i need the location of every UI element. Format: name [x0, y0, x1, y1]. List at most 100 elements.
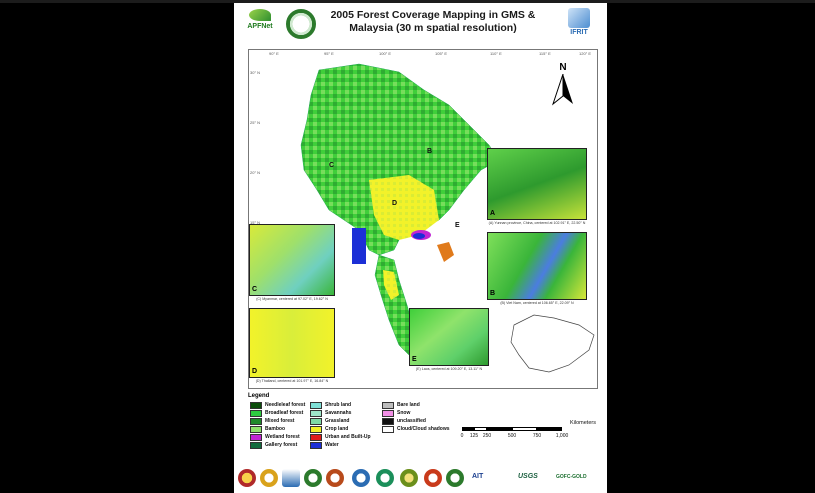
legend-swatch: [250, 418, 262, 425]
inset-e-laos: E: [409, 308, 489, 366]
partner-seal-icon: [304, 469, 322, 487]
map-frame: 90° E 95° E 100° E 105° E 110° E 115° E …: [248, 49, 598, 389]
map-legend: Legend Needleleaf forest Broadleaf fores…: [248, 393, 598, 465]
poster-title-line2: Malaysia (30 m spatial resolution): [349, 22, 517, 34]
legend-swatch: [310, 442, 322, 449]
legend-item-savannahs: Savannahs: [310, 410, 351, 417]
partner-seal-icon: [376, 469, 394, 487]
partner-seal-icon: [424, 469, 442, 487]
legend-swatch: [310, 410, 322, 417]
apfnet-logo-text: APFNet: [247, 23, 273, 30]
partner-logos-footer: AIT USGS GOFC-GOLD: [234, 465, 607, 493]
scale-bar-segments: [462, 427, 562, 431]
region-letter-b: B: [427, 148, 433, 155]
partner-seal-icon: [352, 469, 370, 487]
inset-b-letter: B: [490, 290, 496, 297]
apfnet-leaf-icon: [249, 9, 271, 21]
partner-seal-icon: [260, 469, 278, 487]
inset-b-caption: (B) Viet Nam, centered at 106.65° E, 22.…: [500, 301, 574, 305]
legend-label: Bamboo: [265, 426, 285, 432]
legend-swatch: [250, 402, 262, 409]
legend-title: Legend: [248, 393, 270, 399]
scale-bar: Kilometers 0 125 250 500 750 1,000: [460, 420, 602, 445]
ifrit-mark-icon: [568, 8, 590, 28]
legend-swatch: [250, 426, 262, 433]
legend-item-crop-land: Crop land: [310, 426, 348, 433]
legend-swatch: [382, 418, 394, 425]
legend-label: Gallery forest: [265, 442, 298, 448]
region-letter-e: E: [455, 222, 460, 229]
legend-item-snow: Snow: [382, 410, 410, 417]
legend-item-mixed-forest: Mixed forest: [250, 418, 294, 425]
legend-label: unclassified: [397, 418, 426, 424]
inset-d-thailand: D: [249, 308, 335, 378]
region-letter-d: D: [392, 200, 398, 207]
legend-label: Crop land: [325, 426, 349, 432]
legend-item-wetland-forest: Wetland forest: [250, 434, 300, 441]
legend-item-gallery-forest: Gallery forest: [250, 442, 297, 449]
inset-a-yunnan: A: [487, 148, 587, 220]
mekong-delta-urban: [437, 242, 454, 262]
north-arrow: N: [551, 62, 575, 106]
legend-label: Mixed forest: [265, 418, 295, 424]
inset-e-caption: (E) Laos, centered at 109.20° E, 13.11° …: [415, 367, 483, 371]
scale-segment: [512, 427, 537, 431]
scale-segment: [462, 427, 474, 431]
scale-tick: 250: [482, 433, 492, 439]
legend-label: Needleleaf forest: [265, 402, 306, 408]
legend-label: Water: [325, 442, 339, 448]
legend-item-broadleaf-forest: Broadleaf forest: [250, 410, 303, 417]
tonle-sap-water: [413, 233, 425, 239]
legend-swatch: [310, 434, 322, 441]
legend-item-shrub-land: Shrub land: [310, 402, 351, 409]
legend-item-water: Water: [310, 442, 339, 449]
forestry-seal-logo: [286, 9, 316, 39]
legend-label: Bare land: [397, 402, 420, 408]
inset-a-letter: A: [490, 210, 496, 217]
legend-swatch: [382, 402, 394, 409]
partner-seal-icon: [282, 469, 300, 487]
ait-logo: AIT: [472, 473, 484, 480]
legend-label: Savannahs: [325, 410, 352, 416]
scale-unit-label: Kilometers: [570, 420, 596, 426]
poster-title-line1: 2005 Forest Coverage Mapping in GMS &: [330, 9, 536, 21]
inset-c-letter: C: [252, 286, 258, 293]
legend-swatch: [382, 410, 394, 417]
scale-segment: [537, 427, 562, 431]
legend-item-unclassified: unclassified: [382, 418, 426, 425]
scale-tick: 0: [460, 433, 464, 439]
legend-item-cloud-shadows: Cloud/Cloud shadows: [382, 426, 450, 433]
ifrit-logo: IFRIT: [562, 8, 596, 40]
andaman-water: [352, 228, 366, 264]
region-letter-c: C: [329, 162, 335, 169]
legend-label: Shrub land: [325, 402, 352, 408]
forest-map-poster: APFNet 2005 Forest Coverage Mapping in G…: [234, 3, 607, 493]
legend-label: Broadleaf forest: [265, 410, 304, 416]
inset-e-letter: E: [412, 356, 417, 363]
ifrit-logo-text: IFRIT: [570, 29, 588, 36]
inset-b-vietnam: B: [487, 232, 587, 300]
legend-label: Urban and Built-Up: [325, 434, 371, 440]
scale-tick: 500: [507, 433, 517, 439]
borneo-outline: [510, 314, 595, 373]
legend-item-bamboo: Bamboo: [250, 426, 285, 433]
north-arrow-icon: [551, 74, 573, 106]
legend-swatch: [310, 418, 322, 425]
scale-tick: 125: [469, 433, 479, 439]
legend-label: Cloud/Cloud shadows: [397, 426, 450, 432]
partner-seal-icon: [446, 469, 464, 487]
inset-c-caption: (C) Myanmar, centered at 97.02° E, 19.62…: [256, 297, 328, 301]
legend-swatch: [250, 442, 262, 449]
legend-label: Wetland forest: [265, 434, 300, 440]
legend-item-needleleaf-forest: Needleleaf forest: [250, 402, 305, 409]
scale-tick: 750: [532, 433, 542, 439]
legend-label: Grassland: [325, 418, 350, 424]
gofc-gold-logo: GOFC-GOLD: [556, 474, 587, 480]
legend-swatch: [250, 434, 262, 441]
inset-d-caption: (D) Thailand, centered at 101.97° E, 16.…: [255, 379, 329, 383]
scale-tick: 1,000: [555, 433, 569, 439]
poster-title: 2005 Forest Coverage Mapping in GMS & Ma…: [326, 9, 540, 35]
inset-d-letter: D: [252, 368, 258, 375]
apfnet-logo: APFNet: [240, 9, 280, 39]
legend-swatch: [250, 410, 262, 417]
